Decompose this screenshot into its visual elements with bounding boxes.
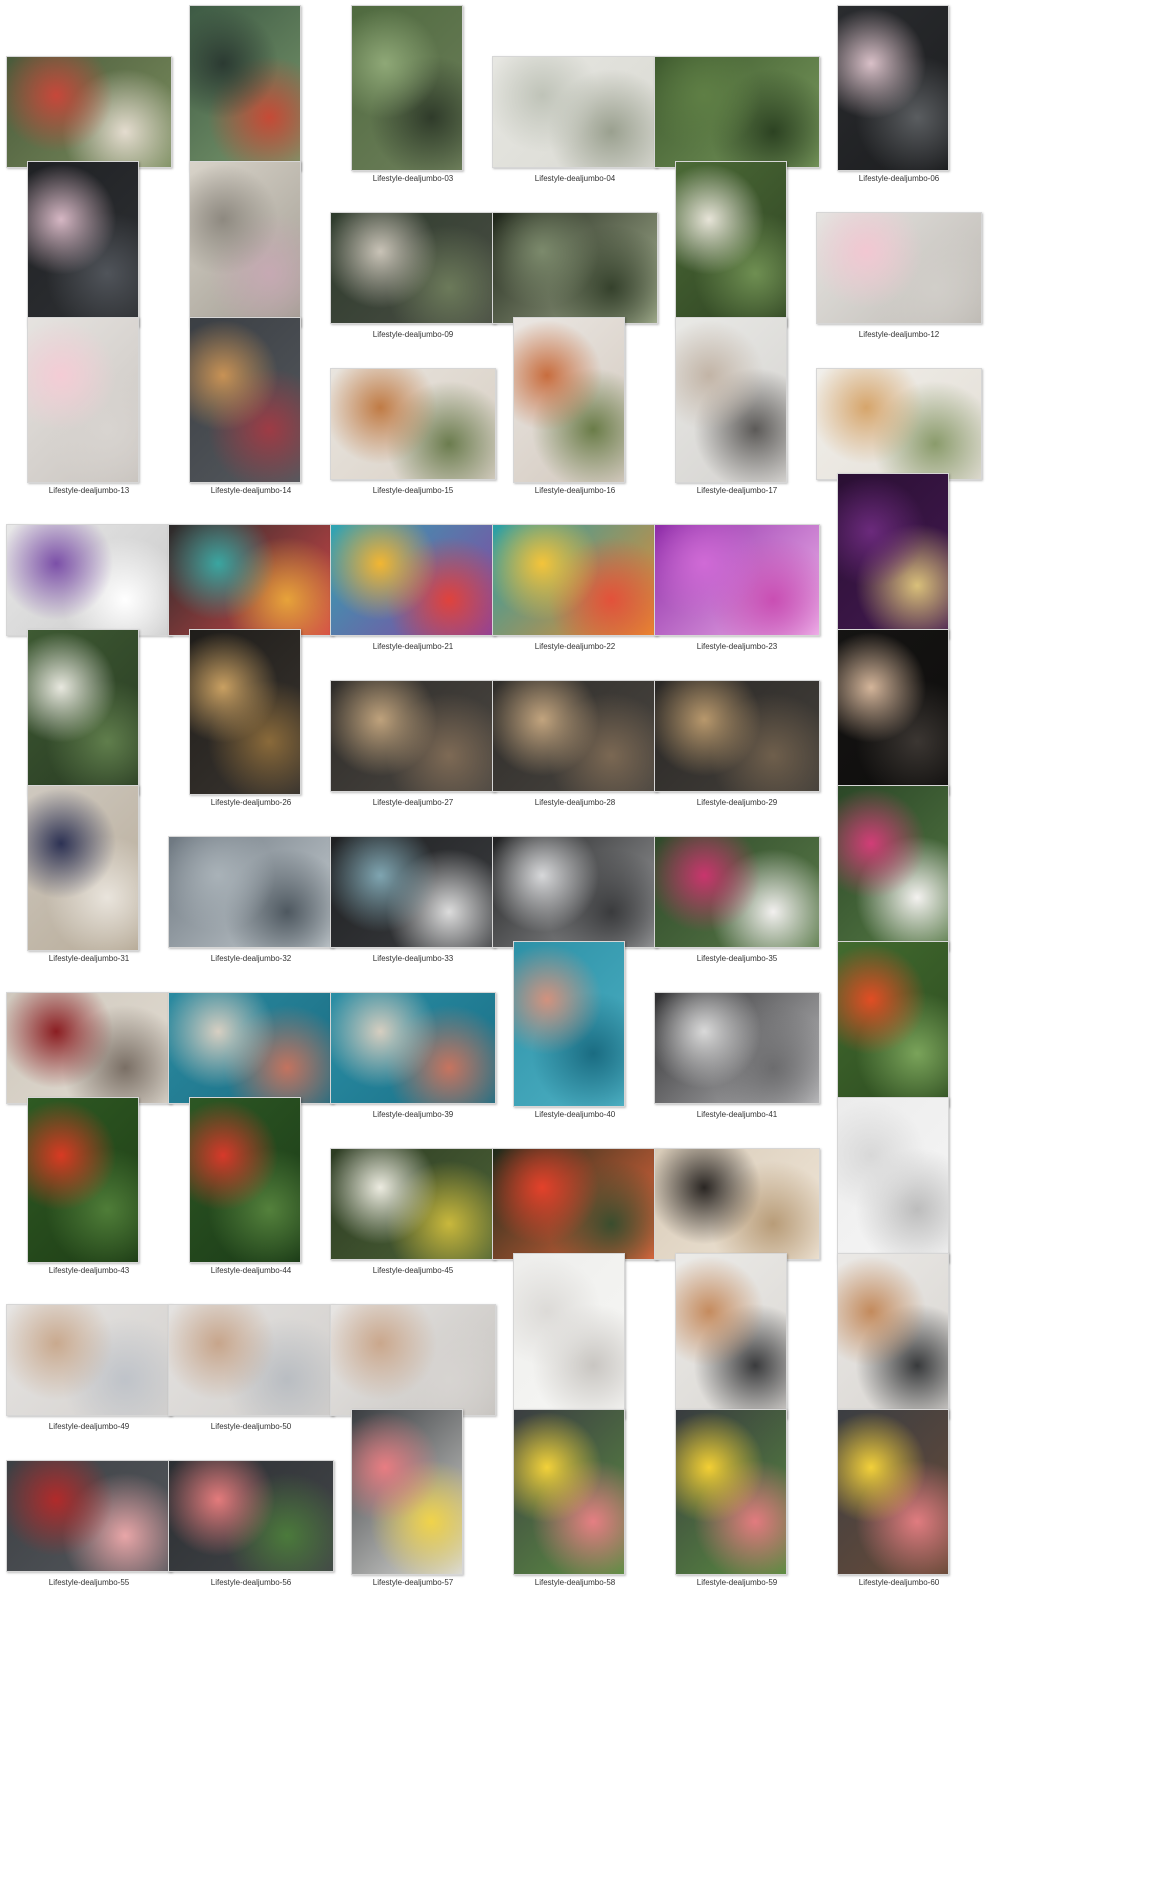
image-thumbnail[interactable] (837, 941, 949, 1107)
image-thumbnail[interactable] (837, 1253, 949, 1419)
image-thumbnail[interactable] (330, 992, 496, 1104)
image-thumbnail[interactable] (27, 629, 139, 795)
image-thumbnail[interactable] (837, 1409, 949, 1575)
image-thumbnail[interactable] (351, 1409, 463, 1575)
image-thumbnail[interactable] (492, 212, 658, 324)
image-thumbnail[interactable] (330, 680, 496, 792)
file-name-label: Lifestyle-dealjumbo-55 (48, 1578, 130, 1587)
image-thumbnail[interactable] (6, 1304, 172, 1416)
image-thumbnail[interactable] (492, 56, 658, 168)
image-thumbnail[interactable] (168, 1460, 334, 1572)
image-thumbnail[interactable] (189, 317, 301, 483)
image-thumbnail[interactable] (837, 5, 949, 171)
image-thumbnail[interactable] (675, 1253, 787, 1419)
image-thumbnail[interactable] (351, 5, 463, 171)
image-thumbnail[interactable] (27, 317, 139, 483)
image-thumbnail[interactable] (513, 317, 625, 483)
image-thumbnail[interactable] (654, 680, 820, 792)
image-thumbnail[interactable] (816, 368, 982, 480)
image-thumbnail[interactable] (837, 473, 949, 639)
file-name-label: Lifestyle-dealjumbo-60 (858, 1578, 940, 1587)
image-thumbnail[interactable] (189, 161, 301, 327)
image-thumbnail[interactable] (654, 1148, 820, 1260)
image-thumbnail[interactable] (168, 524, 334, 636)
image-thumbnail[interactable] (492, 680, 658, 792)
image-thumbnail[interactable] (27, 1097, 139, 1263)
image-thumbnail[interactable] (6, 1460, 172, 1572)
image-thumbnail[interactable] (189, 629, 301, 795)
image-thumbnail[interactable] (654, 524, 820, 636)
image-thumbnail[interactable] (513, 1409, 625, 1575)
image-thumbnail[interactable] (675, 317, 787, 483)
image-thumbnail[interactable] (330, 836, 496, 948)
image-thumbnail[interactable] (330, 524, 496, 636)
file-item[interactable]: Lifestyle-dealjumbo-60 (810, 1404, 1005, 1592)
image-thumbnail[interactable] (6, 524, 172, 636)
file-name-label: Lifestyle-dealjumbo-58 (534, 1578, 616, 1587)
image-thumbnail[interactable] (330, 212, 496, 324)
thumbnail-grid: Lifestyle-dealjumbo-01Lifestyle-dealjumb… (0, 0, 1160, 1896)
file-name-label: Lifestyle-dealjumbo-57 (372, 1578, 454, 1587)
image-thumbnail[interactable] (492, 524, 658, 636)
image-thumbnail[interactable] (330, 368, 496, 480)
image-thumbnail[interactable] (837, 785, 949, 951)
image-thumbnail[interactable] (168, 1304, 334, 1416)
image-thumbnail[interactable] (675, 1409, 787, 1575)
image-thumbnail[interactable] (837, 1097, 949, 1263)
image-thumbnail[interactable] (6, 56, 172, 168)
image-thumbnail[interactable] (492, 1148, 658, 1260)
image-thumbnail[interactable] (816, 212, 982, 324)
image-thumbnail[interactable] (513, 941, 625, 1107)
image-thumbnail[interactable] (837, 629, 949, 795)
image-thumbnail[interactable] (330, 1148, 496, 1260)
image-thumbnail[interactable] (654, 992, 820, 1104)
image-thumbnail[interactable] (189, 5, 301, 171)
image-thumbnail[interactable] (168, 992, 334, 1104)
image-thumbnail[interactable] (330, 1304, 496, 1416)
image-thumbnail[interactable] (492, 836, 658, 948)
file-name-label: Lifestyle-dealjumbo-56 (210, 1578, 292, 1587)
image-thumbnail[interactable] (513, 1253, 625, 1419)
image-thumbnail[interactable] (654, 56, 820, 168)
image-thumbnail[interactable] (6, 992, 172, 1104)
image-thumbnail[interactable] (675, 161, 787, 327)
image-thumbnail[interactable] (27, 161, 139, 327)
image-thumbnail[interactable] (189, 1097, 301, 1263)
file-name-label: Lifestyle-dealjumbo-59 (696, 1578, 778, 1587)
image-thumbnail[interactable] (168, 836, 334, 948)
image-thumbnail[interactable] (27, 785, 139, 951)
image-thumbnail[interactable] (654, 836, 820, 948)
